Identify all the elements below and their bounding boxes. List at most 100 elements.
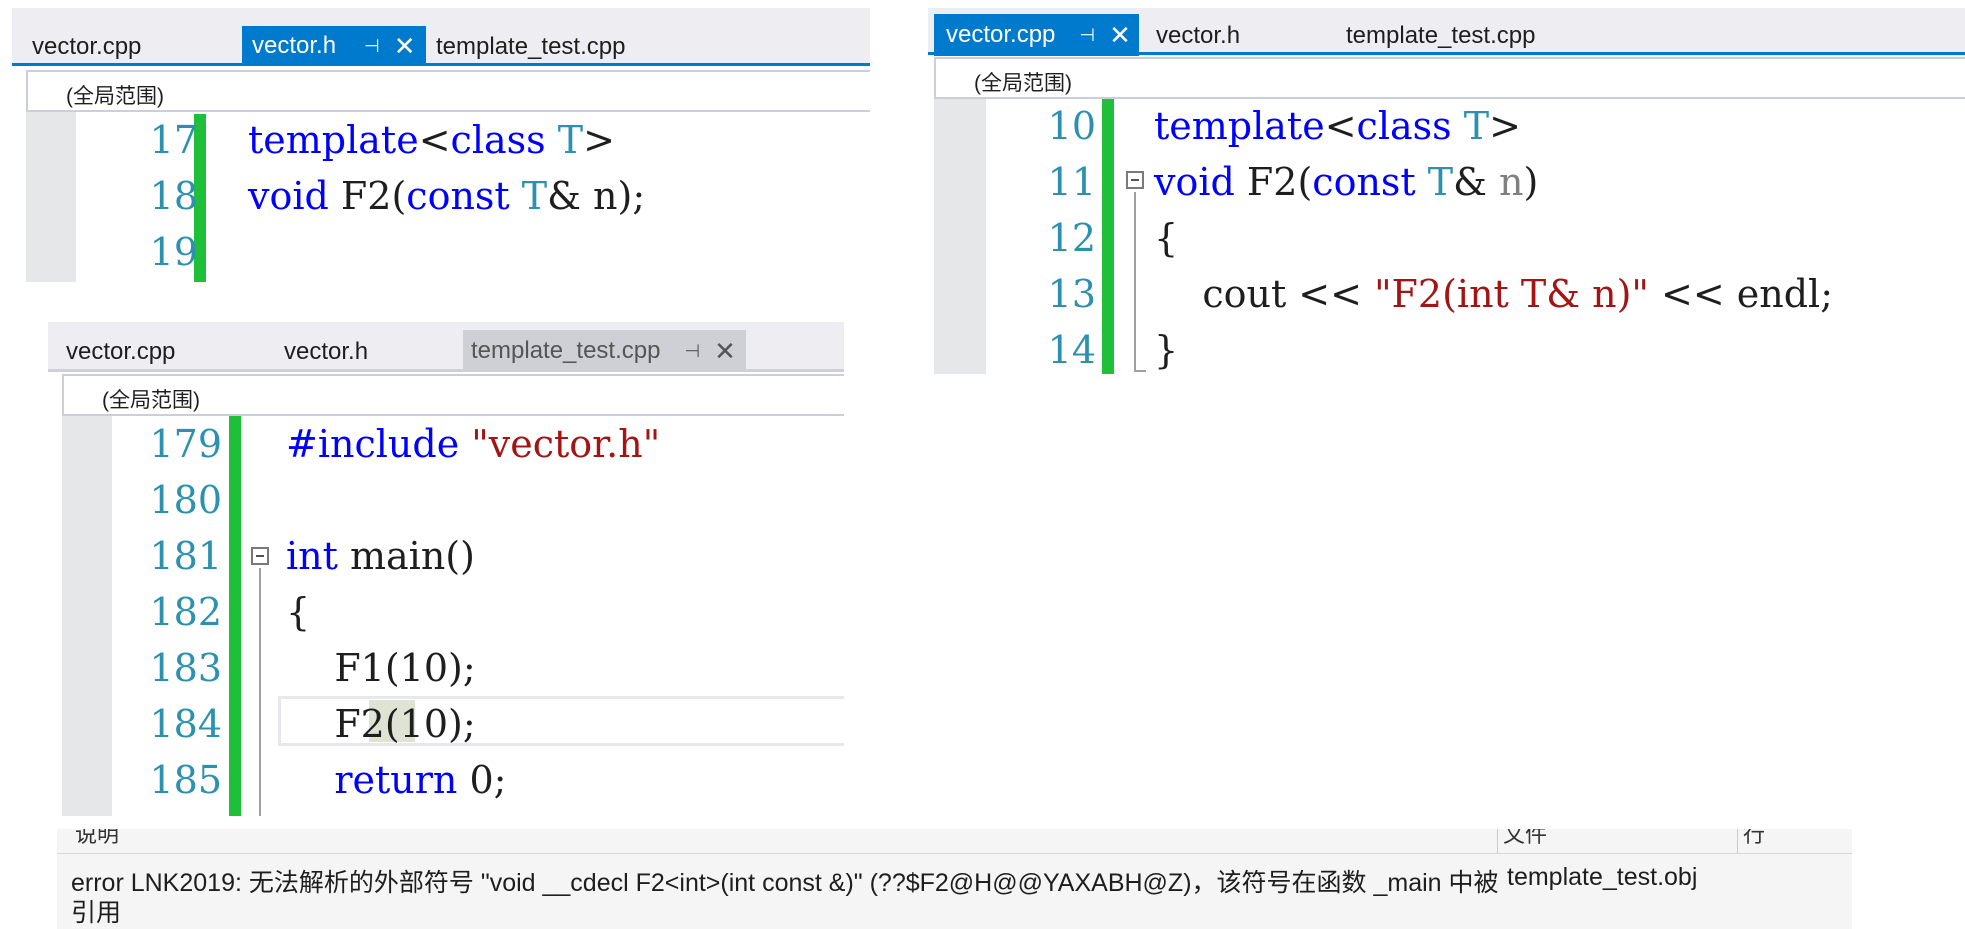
editor-panel-vector-cpp: vector.cpp ⊣ ✕ vector.h template_test.cp… <box>928 8 1965 378</box>
scope-dropdown[interactable]: (全局范围) <box>934 57 1965 99</box>
outline-guide-end <box>1134 370 1146 372</box>
column-description[interactable]: 说明 <box>75 829 119 849</box>
line-number: 12 <box>1047 216 1096 260</box>
tab-underline <box>12 63 870 66</box>
code-token: class <box>1356 104 1452 148</box>
code-token: class <box>450 118 546 162</box>
code-line[interactable]: F2(10); <box>286 702 475 746</box>
tab-vector-h[interactable]: vector.h <box>1156 16 1240 56</box>
error-message: error LNK2019: 无法解析的外部符号 "void __cdecl F… <box>71 869 1499 897</box>
tab-underline <box>928 52 1965 55</box>
code-token: } <box>1154 328 1179 372</box>
code-token: void <box>1154 160 1235 204</box>
code-line[interactable]: F1(10); <box>286 646 475 690</box>
code-line[interactable]: int main() <box>286 534 475 578</box>
glyph-margin <box>934 99 986 374</box>
code-token: & <box>1453 160 1500 204</box>
code-token: T <box>1463 104 1490 148</box>
tab-bar: vector.cpp vector.h ⊣ ✕ template_test.cp… <box>12 8 870 66</box>
pin-icon[interactable]: ⊣ <box>684 341 700 362</box>
line-number: 13 <box>1047 272 1096 316</box>
code-token: F2( <box>1234 160 1313 204</box>
outline-guide <box>1134 192 1136 372</box>
code-line[interactable]: { <box>286 590 310 634</box>
glyph-margin <box>26 112 76 282</box>
tab-vector-h[interactable]: vector.h ⊣ ✕ <box>242 26 426 66</box>
line-number: 179 <box>149 422 222 466</box>
code-token: { <box>286 590 311 634</box>
code-token: #include <box>286 422 460 466</box>
code-token: n <box>1499 160 1524 204</box>
line-number: 18 <box>149 174 198 218</box>
scope-label: (全局范围) <box>102 389 200 412</box>
code-line[interactable]: cout << "F2(int T& n)" << endl; <box>1154 272 1833 316</box>
code-line[interactable]: template<class T> <box>248 118 615 162</box>
tab-template-test-cpp[interactable]: template_test.cpp ⊣ ✕ <box>463 330 746 372</box>
tab-bar: vector.cpp ⊣ ✕ vector.h template_test.cp… <box>928 8 1965 56</box>
tab-underline <box>48 369 844 372</box>
close-icon[interactable]: ✕ <box>394 33 416 59</box>
line-number: 181 <box>149 534 222 578</box>
code-token: main() <box>337 534 475 578</box>
tab-bar: vector.cpp vector.h template_test.cpp ⊣ … <box>48 322 844 372</box>
code-token: T <box>557 118 584 162</box>
tab-vector-cpp[interactable]: vector.cpp <box>66 332 175 372</box>
error-list-header: 说明 文件 行 <box>57 829 1852 854</box>
code-line[interactable]: return 0; <box>286 758 506 802</box>
column-separator <box>1497 829 1498 853</box>
code-token: const <box>1312 160 1416 204</box>
code-token: 0; <box>457 758 507 802</box>
scope-label: (全局范围) <box>66 85 164 108</box>
code-line[interactable]: void F2(const T& n) <box>1154 160 1538 204</box>
code-token: > <box>1489 104 1521 148</box>
close-icon[interactable]: ✕ <box>714 338 736 364</box>
line-number: 185 <box>149 758 222 802</box>
code-token: "F2(int T& n)" <box>1374 272 1649 316</box>
tab-label: vector.h <box>1156 22 1241 49</box>
tab-vector-cpp[interactable]: vector.cpp ⊣ ✕ <box>934 14 1139 56</box>
code-token: > <box>583 118 615 162</box>
line-number: 182 <box>149 590 222 634</box>
change-tracking-bar <box>229 416 241 816</box>
change-tracking-bar <box>1102 99 1114 374</box>
column-line[interactable]: 行 <box>1743 829 1765 849</box>
code-token: const <box>406 174 510 218</box>
error-message-continued: 引用 <box>71 899 122 927</box>
code-line[interactable]: #include "vector.h" <box>286 422 660 466</box>
code-token: < <box>418 118 451 162</box>
line-number: 14 <box>1047 328 1096 372</box>
code-line[interactable]: void F2(const T& n); <box>248 174 645 218</box>
code-token: T <box>521 174 548 218</box>
tab-label: vector.h <box>252 32 337 59</box>
pin-icon[interactable]: ⊣ <box>364 36 380 57</box>
tab-label: template_test.cpp <box>1346 22 1536 49</box>
close-icon[interactable]: ✕ <box>1109 22 1131 48</box>
line-number: 180 <box>149 478 222 522</box>
code-token: & n); <box>547 174 646 218</box>
pin-icon[interactable]: ⊣ <box>1079 25 1095 46</box>
tab-vector-h[interactable]: vector.h <box>284 332 368 372</box>
line-number: 183 <box>149 646 222 690</box>
tab-label: vector.cpp <box>32 33 142 60</box>
code-line[interactable]: template<class T> <box>1154 104 1521 148</box>
glyph-margin <box>62 416 112 816</box>
scope-dropdown[interactable]: (全局范围) <box>62 374 844 416</box>
tab-template-test-cpp[interactable]: template_test.cpp <box>436 28 625 66</box>
code-line[interactable]: } <box>1154 328 1178 372</box>
scope-dropdown[interactable]: (全局范围) <box>26 70 870 112</box>
code-token: return <box>334 758 458 802</box>
code-token: ) <box>1523 160 1539 204</box>
tab-label: vector.h <box>284 338 369 365</box>
tab-template-test-cpp[interactable]: template_test.cpp <box>1346 16 1535 56</box>
code-line[interactable]: { <box>1154 216 1178 260</box>
column-file[interactable]: 文件 <box>1503 829 1547 849</box>
collapse-icon[interactable] <box>1126 171 1144 189</box>
collapse-icon[interactable] <box>251 547 269 565</box>
tab-vector-cpp[interactable]: vector.cpp <box>32 28 141 66</box>
error-row[interactable]: error LNK2019: 无法解析的外部符号 "void __cdecl F… <box>57 853 1852 929</box>
